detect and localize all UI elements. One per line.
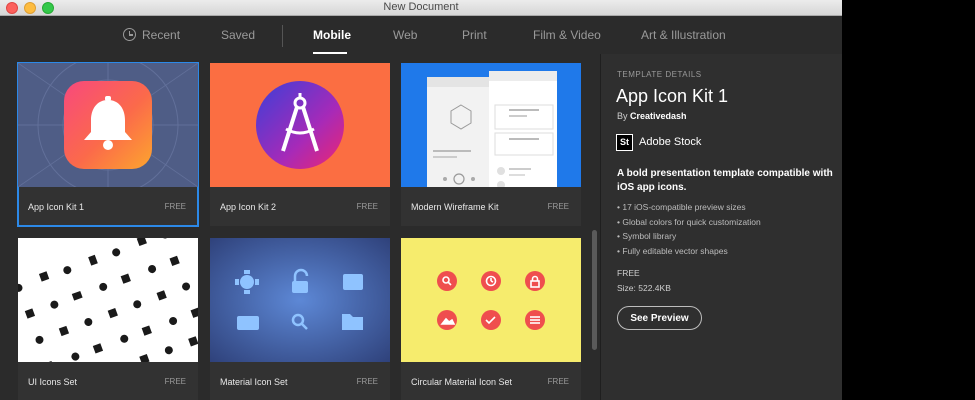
tab-film-video[interactable]: Film & Video: [533, 28, 601, 42]
template-card-circular-material-icon-set[interactable]: Circular Material Icon Set FREE: [401, 238, 581, 400]
tab-recent[interactable]: Recent: [142, 28, 180, 42]
template-thumbnail: [18, 238, 198, 362]
template-description: A bold presentation template compatible …: [617, 168, 833, 193]
feature-item: Fully editable vector shapes: [617, 244, 761, 259]
grid-scrollbar-thumb[interactable]: [592, 230, 597, 350]
template-price: FREE: [617, 268, 640, 278]
tab-web[interactable]: Web: [393, 28, 417, 42]
template-price: FREE: [547, 202, 569, 211]
clock-icon: [123, 28, 136, 41]
template-card-modern-wireframe-kit[interactable]: Modern Wireframe Kit FREE: [401, 63, 581, 226]
window-title: New Document: [383, 1, 459, 13]
author-name: Creativedash: [630, 111, 687, 121]
feature-item: Symbol library: [617, 229, 761, 244]
section-label: TEMPLATE DETAILS: [617, 70, 702, 79]
template-name: Modern Wireframe Kit: [411, 202, 499, 212]
tab-art-illustration[interactable]: Art & Illustration: [641, 28, 726, 42]
template-thumbnail: [210, 63, 390, 187]
ui-icons-pattern-image: [18, 238, 198, 362]
template-details-panel: TEMPLATE DETAILS App Icon Kit 1 By Creat…: [600, 54, 842, 400]
new-document-window: New Document Recent Saved Mobile Web Pri…: [0, 0, 842, 400]
template-price: FREE: [356, 377, 378, 386]
material-icons-image: [210, 238, 390, 362]
template-name: Material Icon Set: [220, 377, 288, 387]
template-card-app-icon-kit-1[interactable]: App Icon Kit 1 FREE: [17, 62, 199, 227]
template-price: FREE: [164, 377, 186, 386]
author-prefix: By: [617, 111, 628, 121]
tab-divider: [282, 25, 283, 47]
feature-list: 17 iOS-compatible preview sizes Global c…: [617, 200, 761, 259]
template-grid: App Icon Kit 1 FREE App Icon Kit 2 FREE …: [0, 54, 600, 400]
template-size: Size: 522.4KB: [617, 283, 671, 293]
bell-app-icon: [18, 63, 198, 187]
template-card-app-icon-kit-2[interactable]: App Icon Kit 2 FREE: [210, 63, 390, 226]
template-name: UI Icons Set: [28, 377, 78, 387]
template-thumbnail: [210, 238, 390, 362]
feature-item: 17 iOS-compatible preview sizes: [617, 200, 761, 215]
template-price: FREE: [547, 377, 569, 386]
compass-app-icon: [210, 63, 390, 187]
tab-print[interactable]: Print: [462, 28, 487, 42]
template-price: FREE: [164, 202, 186, 211]
template-card-ui-icons-set[interactable]: UI Icons Set FREE: [18, 238, 198, 400]
template-thumbnail: [401, 238, 581, 362]
tab-mobile[interactable]: Mobile: [313, 28, 351, 42]
template-name: App Icon Kit 2: [220, 202, 277, 212]
template-thumbnail: [18, 63, 198, 187]
stock-source: Adobe Stock: [639, 136, 702, 148]
feature-item: Global colors for quick customization: [617, 215, 760, 230]
template-title: App Icon Kit 1: [616, 86, 729, 106]
circular-icons-image: [401, 238, 581, 362]
template-card-material-icon-set[interactable]: Material Icon Set FREE: [210, 238, 390, 400]
template-price: FREE: [356, 202, 378, 211]
see-preview-button[interactable]: See Preview: [617, 306, 702, 330]
template-name: App Icon Kit 1: [28, 202, 85, 212]
tab-saved[interactable]: Saved: [221, 28, 255, 42]
template-thumbnail: [401, 63, 581, 187]
template-author: By Creativedash: [617, 111, 687, 121]
wireframe-preview-image: [401, 63, 581, 187]
template-name: Circular Material Icon Set: [411, 377, 513, 387]
title-bar: New Document: [0, 0, 842, 16]
adobe-stock-logo-icon: St: [616, 134, 633, 151]
